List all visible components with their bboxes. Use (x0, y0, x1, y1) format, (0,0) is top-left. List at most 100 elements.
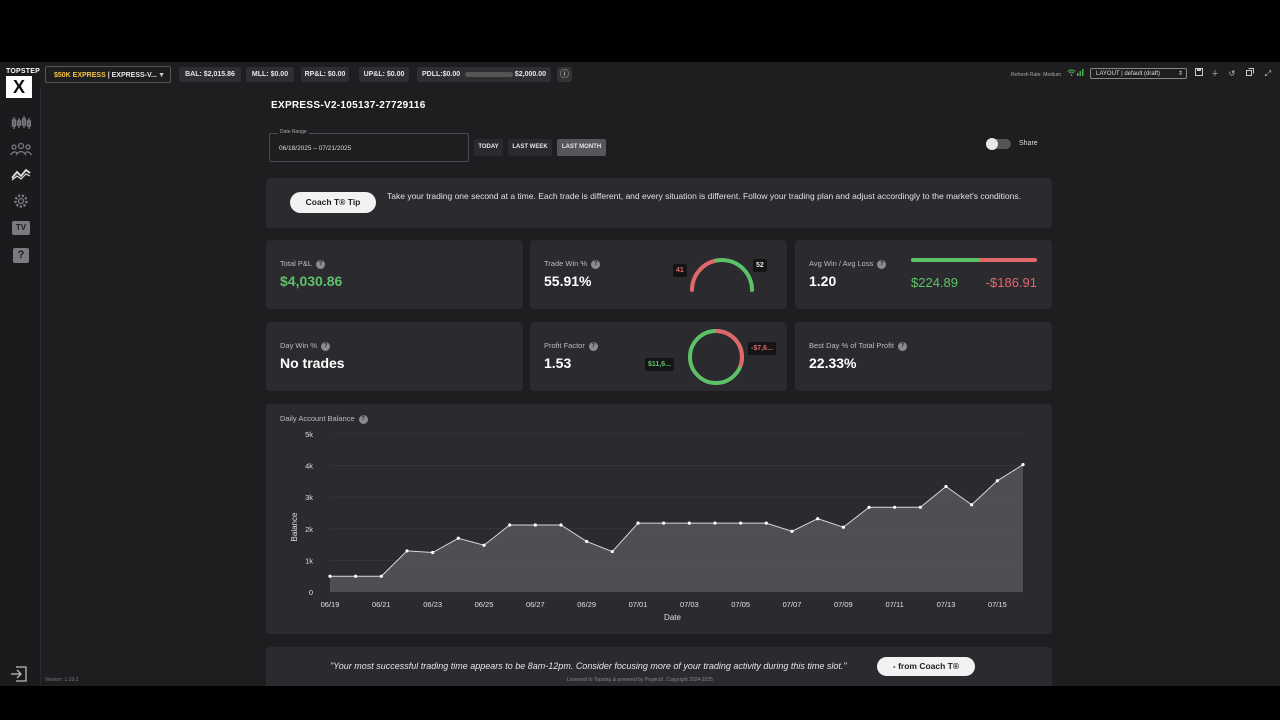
balance-pill: BAL: $2,015.86 (179, 67, 241, 82)
data-point (482, 543, 486, 547)
gross-loss-tag: -$7,6... (748, 342, 776, 355)
coach-quote: "Your most successful trading time appea… (330, 661, 847, 671)
settings-gear-icon[interactable] (10, 192, 32, 210)
x-tick-label: 07/13 (937, 600, 956, 609)
best-day-card: Best Day % of Total Profit? 22.33% (795, 322, 1052, 391)
sidebar: TOPSTEP X TV ? (0, 62, 41, 686)
stat-label: Trade Win %? (544, 259, 601, 269)
expand-icon[interactable]: ⤢ (1263, 68, 1273, 80)
toggle-knob (986, 138, 998, 150)
last-month-button[interactable]: LAST MONTH (557, 139, 606, 156)
avg-win-bar-fill (911, 258, 981, 262)
today-button[interactable]: TODAY (474, 139, 503, 156)
data-point (636, 521, 640, 525)
best-day-label: Best Day % of Total Profit (809, 341, 894, 350)
total-pnl-label: Total P&L (280, 259, 313, 268)
top-bar: $50K EXPRESS | EXPRESS-V... ▼ BAL: $2,01… (40, 62, 1280, 88)
help-icon[interactable]: ? (877, 259, 887, 269)
x-tick-label: 06/23 (423, 600, 442, 609)
avg-win-value: $224.89 (911, 275, 958, 290)
date-range-value: 06/18/2025 – 07/21/2025 (279, 145, 352, 152)
day-win-value: No trades (280, 355, 345, 371)
refresh-rate-label: Refresh Rate: Medium (1011, 72, 1062, 78)
coach-tip-text: Take your trading one second at a time. … (387, 191, 1021, 201)
trade-win-gauge (690, 258, 754, 292)
y-tick-label: 0 (309, 588, 313, 597)
x-tick-label: 07/07 (783, 600, 802, 609)
x-axis-label: Date (664, 613, 681, 622)
data-point (893, 505, 897, 509)
analytics-icon[interactable] (10, 165, 32, 183)
topstep-logo[interactable]: TOPSTEP X (6, 68, 40, 100)
x-tick-label: 06/29 (577, 600, 596, 609)
x-tick-label: 07/05 (731, 600, 750, 609)
mll-pill: MLL: $0.00 (246, 67, 294, 82)
data-point (713, 521, 717, 525)
help-icon[interactable]: ? (588, 341, 598, 351)
reset-icon[interactable]: ↺ (1227, 68, 1237, 80)
stat-label: Best Day % of Total Profit? (809, 341, 907, 351)
candlestick-chart-icon[interactable] (10, 114, 32, 132)
x-tick-label: 06/19 (321, 600, 340, 609)
data-point (662, 521, 666, 525)
windows-icon[interactable] (1245, 68, 1255, 80)
save-icon[interactable] (1194, 68, 1204, 80)
data-point (431, 550, 435, 555)
avg-win-loss-card: Avg Win / Avg Loss? 1.20 $224.89 -$186.9… (795, 240, 1052, 309)
help-icon[interactable]: ? (321, 341, 331, 351)
stat-label: Day Win %? (280, 341, 331, 351)
users-icon[interactable] (10, 140, 32, 158)
account-select[interactable]: $50K EXPRESS | EXPRESS-V... ▼ (45, 66, 171, 83)
avg-loss-value: -$186.91 (985, 275, 1037, 290)
data-point (970, 503, 974, 507)
data-point (995, 479, 999, 483)
data-point (379, 574, 383, 578)
coach-tip-card: Coach T® Tip Take your trading one secon… (266, 178, 1052, 228)
x-tick-label: 07/03 (680, 600, 699, 609)
help-icon[interactable]: ? (897, 341, 907, 351)
daily-balance-card: Daily Account Balance? 0 1k 2k 3k 4k 5k 06/19 0… (266, 404, 1052, 634)
x-tick-label: 06/25 (475, 600, 494, 609)
wifi-icon (1067, 69, 1076, 78)
trade-win-value: 55.91% (544, 273, 592, 289)
help-icon[interactable]: ? (10, 246, 32, 264)
gauge-win-arc (714, 258, 754, 292)
trade-win-card: Trade Win %? 55.91% 41 52 (530, 240, 787, 309)
data-point (918, 505, 922, 509)
signal-bars-icon (1077, 69, 1084, 78)
donut-loss-arc (715, 329, 744, 368)
y-tick-label: 4k (305, 462, 313, 471)
data-point (585, 539, 589, 544)
upl-pill: UP&L: $0.00 (359, 67, 409, 82)
coach-from-button[interactable]: - from Coach T® (877, 657, 975, 676)
data-point (739, 521, 743, 525)
last-week-button[interactable]: LAST WEEK (508, 139, 552, 156)
select-arrows-icon: ⇕ (1177, 71, 1183, 77)
data-point (764, 521, 768, 525)
total-pnl-value: $4,030.86 (280, 273, 343, 289)
x-tick-label: 06/27 (526, 600, 545, 609)
data-point (508, 523, 512, 527)
info-icon[interactable]: ⓘ (557, 67, 572, 82)
pdll-value: PDLL:$0.00 (422, 71, 461, 78)
x-tick-label: 07/15 (988, 600, 1007, 609)
add-icon[interactable]: ＋ (1210, 68, 1220, 80)
layout-select[interactable]: LAYOUT | default (draft) ⇕ (1090, 68, 1187, 79)
date-range-field[interactable]: Date Range 06/18/2025 – 07/21/2025 (269, 129, 469, 162)
day-win-label: Day Win % (280, 341, 318, 350)
data-point (944, 484, 948, 489)
gross-profit-tag: $11,6... (645, 358, 674, 371)
y-axis-label: Balance (290, 512, 299, 541)
data-point (687, 521, 691, 525)
tradingview-icon[interactable]: TV (10, 219, 32, 237)
help-icon[interactable]: ? (591, 259, 601, 269)
coach-tip-button[interactable]: Coach T® Tip (290, 192, 376, 213)
pdll-pill: PDLL:$0.00 $2,000.00 (417, 67, 551, 82)
license-footer: Licensed to Topstep & powered by Project… (566, 677, 714, 683)
share-toggle[interactable] (986, 138, 1011, 150)
data-point (841, 525, 845, 529)
help-icon[interactable]: ? (316, 259, 326, 269)
stat-label: Total P&L? (280, 259, 326, 269)
brand-name: TOPSTEP (6, 68, 40, 75)
date-range-label: Date Range (278, 129, 309, 135)
